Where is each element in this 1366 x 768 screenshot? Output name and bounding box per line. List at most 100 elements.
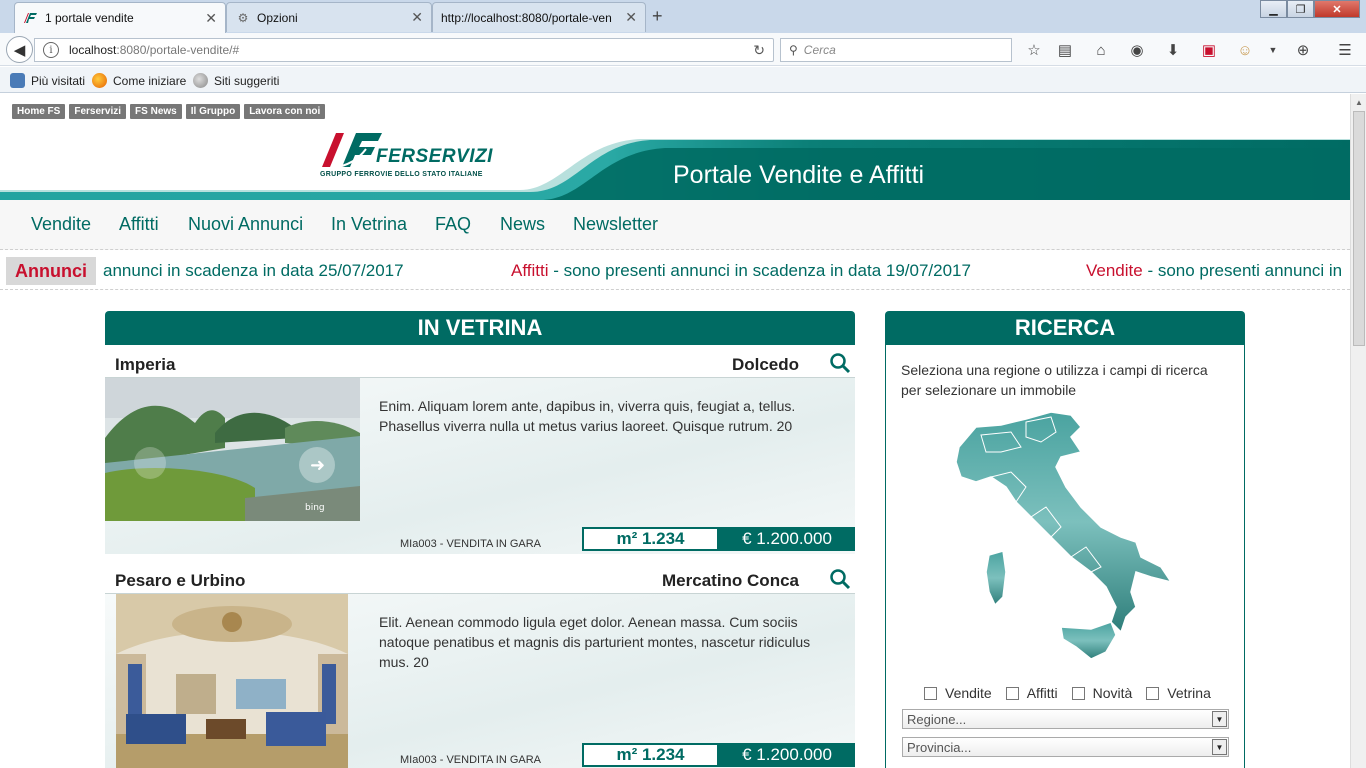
check-vetrina[interactable]: Vetrina (1146, 685, 1211, 701)
tab-title: http://localhost:8080/portale-ven (441, 10, 612, 25)
listing-photo[interactable]: ➜ bing (105, 378, 360, 521)
chevron-down-icon: ▼ (1212, 711, 1227, 727)
pocket-icon[interactable]: ◉ (1128, 42, 1146, 59)
map-mainland[interactable] (955, 411, 1173, 634)
tab-title: Opzioni (257, 10, 298, 25)
portal-title: Portale Vendite e Affitti (673, 161, 925, 189)
reading-list-icon[interactable]: ▤ (1056, 42, 1074, 59)
listing-town: Dolcedo (731, 355, 799, 374)
chevron-down-icon: ▼ (1212, 739, 1227, 755)
map-sardegna[interactable] (985, 550, 1007, 607)
search-icon[interactable] (829, 352, 851, 374)
maximize-icon[interactable]: ❐ (1287, 0, 1314, 18)
ticker-item[interactable]: annunci in scadenza in data 25/07/2017 (103, 261, 404, 281)
browser-tab-bar: 1 portale vendite ✕ ⚙ Opzioni ✕ http://l… (0, 0, 1366, 33)
italy-map[interactable] (931, 407, 1181, 669)
info-icon[interactable]: i (43, 42, 59, 58)
ticker-item[interactable]: Vendite - sono presenti annunci in (1086, 261, 1342, 281)
main-nav: Vendite Affitti Nuovi Annunci In Vetrina… (0, 200, 1350, 250)
listing-photo[interactable] (116, 594, 348, 768)
checkbox[interactable] (1071, 686, 1085, 700)
regione-select[interactable]: Regione... ▼ (902, 709, 1229, 729)
listing-province: Imperia (115, 355, 176, 374)
listing-area: m² 1.234 (582, 527, 719, 551)
ticker-item[interactable]: Affitti - sono presenti annunci in scade… (511, 261, 971, 281)
search-placeholder: Cerca (803, 43, 836, 57)
filter-checkboxes: Vendite Affitti Novità Vetrina (924, 685, 1225, 701)
tab-portale-vendite[interactable]: 1 portale vendite ✕ (14, 2, 226, 33)
search-icon: ⚲ (789, 43, 798, 57)
check-novita[interactable]: Novità (1071, 685, 1132, 701)
nav-nuovi-annunci[interactable]: Nuovi Annunci (188, 214, 303, 235)
listing-description: Elit. Aenean commodo ligula eget dolor. … (379, 614, 811, 670)
announcements-ticker: Annunci annunci in scadenza in data 25/0… (0, 250, 1350, 290)
toplink-il-gruppo[interactable]: Il Gruppo (185, 104, 241, 119)
chevron-down-icon[interactable]: ▼ (1264, 42, 1282, 58)
toplink-ferservizi[interactable]: Ferservizi (69, 104, 127, 119)
checkbox[interactable] (1146, 686, 1160, 700)
map-sicilia[interactable] (1060, 621, 1117, 660)
vetrina-heading: IN VETRINA (105, 311, 855, 345)
url-bar[interactable]: i localhost:8080/portale-vendite/# ↻ (34, 38, 774, 62)
toplink-lavora-con-noi[interactable]: Lavora con noi (244, 104, 326, 119)
bookmark-siti-suggeriti[interactable]: Siti suggeriti (193, 73, 279, 88)
nav-in-vetrina[interactable]: In Vetrina (331, 214, 407, 235)
close-window-icon[interactable]: ✕ (1314, 0, 1360, 18)
screen-icon[interactable]: ▣ (1200, 42, 1218, 59)
bookmarks-icon (10, 73, 25, 88)
scroll-thumb[interactable] (1353, 111, 1365, 346)
checkbox[interactable] (1005, 686, 1019, 700)
search-hint: Seleziona una regione o utilizza i campi… (901, 362, 1208, 398)
bookmark-label: Come iniziare (113, 73, 187, 88)
listing-code: MIa003 - VENDITA IN GARA (400, 538, 542, 550)
listing-card[interactable]: Imperia Dolcedo ➜ bing Enim. Aliquam lor… (105, 352, 855, 554)
check-affitti[interactable]: Affitti (1005, 685, 1058, 701)
nav-faq[interactable]: FAQ (435, 214, 471, 235)
tab-opzioni[interactable]: ⚙ Opzioni ✕ (226, 2, 432, 32)
globe-icon[interactable]: ⊕ (1294, 42, 1312, 59)
listing-description: Enim. Aliquam lorem ante, dapibus in, vi… (379, 398, 796, 434)
search-panel: Seleziona una regione o utilizza i campi… (885, 345, 1245, 768)
bookmark-come-iniziare[interactable]: Come iniziare (92, 73, 186, 88)
nav-affitti[interactable]: Affitti (119, 214, 159, 235)
firefox-icon (92, 73, 107, 88)
bookmark-piu-visitati[interactable]: Più visitati (10, 73, 85, 88)
nav-vendite[interactable]: Vendite (31, 214, 91, 235)
back-arrow-icon[interactable]: ◀ (6, 36, 33, 63)
toplink-fs-news[interactable]: FS News (130, 104, 182, 119)
web-page: Home FS Ferservizi FS News Il Gruppo Lav… (0, 94, 1350, 768)
fs-logo-icon (23, 10, 39, 26)
ricerca-heading: RICERCA (885, 311, 1245, 345)
download-icon[interactable]: ⬇ (1164, 42, 1182, 59)
toplink-home-fs[interactable]: Home FS (12, 104, 66, 119)
extension-icon[interactable]: ☺ (1236, 42, 1254, 59)
brand-subtitle: GRUPPO FERROVIE DELLO STATO ITALIANE (320, 171, 483, 178)
nav-newsletter[interactable]: Newsletter (573, 214, 658, 235)
provincia-select[interactable]: Provincia... ▼ (902, 737, 1229, 757)
brand-name: FERSERVIZI (376, 146, 493, 167)
star-icon[interactable]: ☆ (1025, 42, 1043, 59)
menu-icon[interactable]: ☰ (1336, 42, 1354, 59)
check-vendite[interactable]: Vendite (924, 685, 992, 701)
top-links: Home FS Ferservizi FS News Il Gruppo Lav… (12, 104, 326, 119)
listing-province: Pesaro e Urbino (115, 571, 246, 590)
checkbox[interactable] (924, 686, 937, 700)
close-tab-icon[interactable]: ✕ (411, 9, 423, 26)
listing-code: MIa003 - VENDITA IN GARA (400, 754, 542, 766)
reload-icon[interactable]: ↻ (753, 42, 765, 59)
search-icon[interactable] (829, 568, 851, 590)
close-tab-icon[interactable]: ✕ (625, 9, 637, 26)
tab-title: 1 portale vendite (45, 11, 134, 25)
minimize-icon[interactable]: ▁ (1260, 0, 1287, 18)
scroll-up-icon[interactable]: ▲ (1351, 94, 1366, 110)
listing-card[interactable]: Pesaro e Urbino Mercatino Conca Elit. Ae… (105, 568, 855, 768)
tab-localhost[interactable]: http://localhost:8080/portale-ven ✕ (432, 2, 646, 32)
new-tab-icon[interactable]: + (652, 6, 663, 27)
home-icon[interactable]: ⌂ (1092, 42, 1110, 59)
listing-price: € 1.200.000 (719, 527, 855, 551)
nav-news[interactable]: News (500, 214, 545, 235)
globe-icon (193, 73, 208, 88)
search-input[interactable]: ⚲ Cerca (780, 38, 1012, 62)
close-tab-icon[interactable]: ✕ (205, 10, 217, 27)
page-scrollbar[interactable]: ▲ (1350, 94, 1366, 768)
